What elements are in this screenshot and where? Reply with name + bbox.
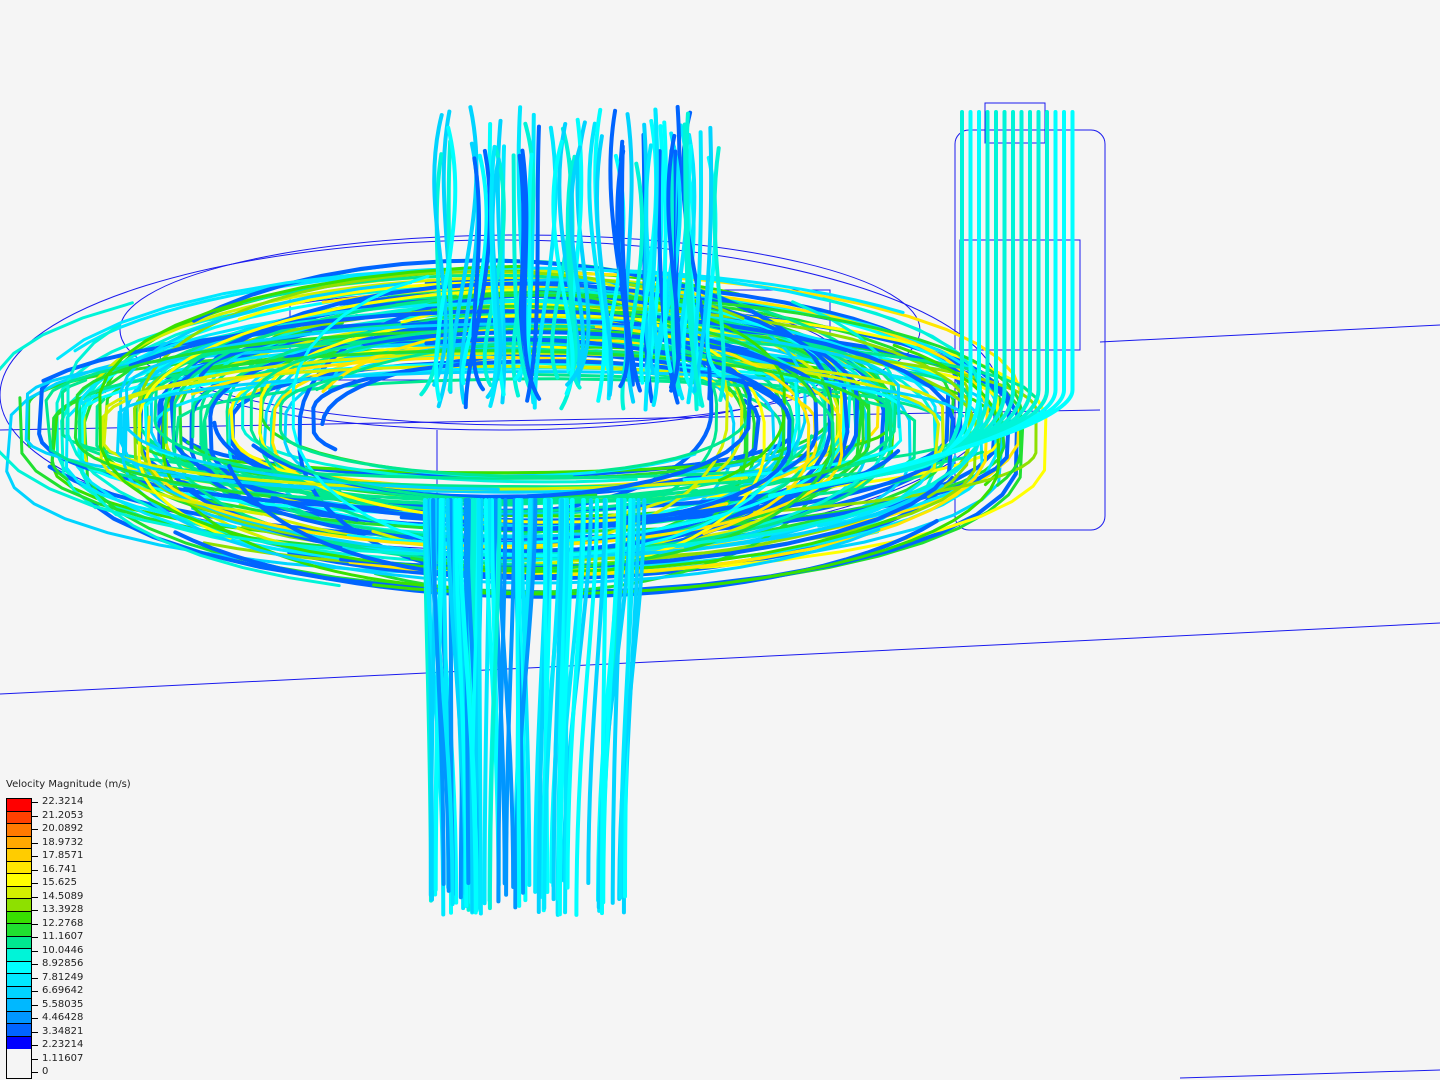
legend-band (7, 961, 31, 974)
axis-line (1099, 324, 1440, 343)
legend-tick-label: 11.1607 (32, 930, 83, 944)
legend-tick-label: 22.3214 (32, 795, 83, 809)
legend-band (7, 811, 31, 824)
legend-tick-label: 13.3928 (32, 903, 83, 917)
streamline (514, 498, 522, 908)
legend-tick-label: 6.69642 (32, 984, 83, 998)
legend-band (7, 874, 31, 887)
legend-band (7, 886, 31, 899)
legend-title: Velocity Magnitude (m/s) (6, 779, 131, 790)
legend-tick-label: 2.23214 (32, 1038, 83, 1052)
legend-tick-label: 20.0892 (32, 822, 83, 836)
legend-tick-label: 1.11607 (32, 1052, 83, 1066)
legend-band (7, 799, 31, 812)
legend-band (7, 824, 31, 837)
legend-band (7, 974, 31, 987)
legend-band (7, 1024, 31, 1037)
legend-tick-label: 15.625 (32, 876, 83, 890)
legend-tick-label: 16.741 (32, 863, 83, 877)
legend-tick-label: 7.81249 (32, 971, 83, 985)
legend-tick-label: 3.34821 (32, 1025, 83, 1039)
legend-band (7, 899, 31, 912)
legend-tick-label: 17.8571 (32, 849, 83, 863)
legend-labels: 22.3214 21.2053 20.0892 18.9732 17.8571 16.74… (32, 795, 83, 1079)
legend-band (7, 1036, 31, 1049)
3d-viewport[interactable]: Velocity Magnitude (m/s) 22.3214 21.2053 2… (0, 0, 1440, 1080)
legend-tick-label: 5.58035 (32, 998, 83, 1012)
legend-band (7, 1011, 31, 1024)
legend-band (7, 986, 31, 999)
legend-color-bar (6, 798, 32, 1079)
legend-band (7, 924, 31, 937)
legend-tick-label: 0 (32, 1065, 83, 1079)
legend-band (7, 836, 31, 849)
legend-tick-label: 18.9732 (32, 836, 83, 850)
legend-tick-label: 21.2053 (32, 809, 83, 823)
color-legend: Velocity Magnitude (m/s) 22.3214 21.2053 2… (6, 779, 131, 1079)
legend-tick-label: 4.46428 (32, 1011, 83, 1025)
streamline (476, 498, 483, 916)
legend-band (7, 999, 31, 1012)
legend-band (7, 936, 31, 949)
legend-band (7, 849, 31, 862)
streamline-scene[interactable] (0, 0, 1440, 1080)
legend-band (7, 949, 31, 962)
axis-line (0, 622, 1440, 695)
legend-tick-label: 14.5089 (32, 890, 83, 904)
axis-line (1179, 1069, 1440, 1079)
legend-tick-label: 12.2768 (32, 917, 83, 931)
legend-band (7, 911, 31, 924)
legend-band (7, 861, 31, 874)
legend-tick-label: 10.0446 (32, 944, 83, 958)
legend-tick-label: 8.92856 (32, 957, 83, 971)
